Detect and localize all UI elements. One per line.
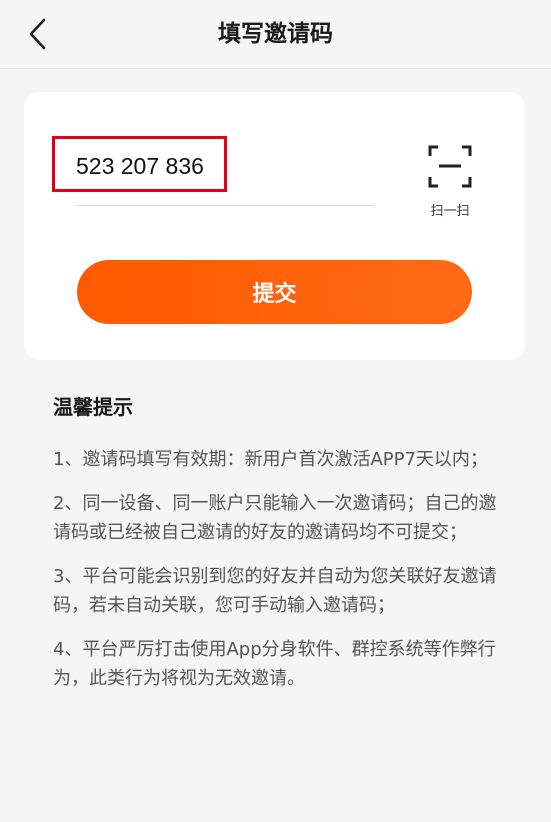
tips-title: 温馨提示	[53, 395, 133, 419]
tip-item: 4、平台严厉打击使用App分身软件、群控系统等作弊行为，此类行为将视为无效邀请。	[53, 639, 496, 689]
page-title: 填写邀请码	[218, 21, 333, 47]
invite-code-input[interactable]	[76, 148, 316, 184]
top-nav-bar: 填写邀请码	[0, 0, 551, 69]
scan-frame-icon	[428, 145, 472, 188]
input-underline	[76, 205, 374, 206]
tip-item: 3、平台可能会识别到您的好友并自动为您关联好友邀请码，若未自动关联，您可手动输入…	[53, 566, 497, 616]
scan-label: 扫一扫	[430, 204, 470, 219]
submit-button[interactable]: 提交	[77, 260, 472, 324]
tips-section: 温馨提示 1、邀请码填写有效期：新用户首次激活APP7天以内； 2、同一设备、同…	[53, 393, 503, 708]
invite-code-card: 扫一扫 提交	[24, 92, 525, 360]
scan-button[interactable]: 扫一扫	[417, 142, 483, 219]
tip-item: 2、同一设备、同一账户只能输入一次邀请码；自己的邀请码或已经被自己邀请的好友的邀…	[53, 493, 497, 543]
tip-item: 1、邀请码填写有效期：新用户首次激活APP7天以内；	[53, 449, 488, 470]
